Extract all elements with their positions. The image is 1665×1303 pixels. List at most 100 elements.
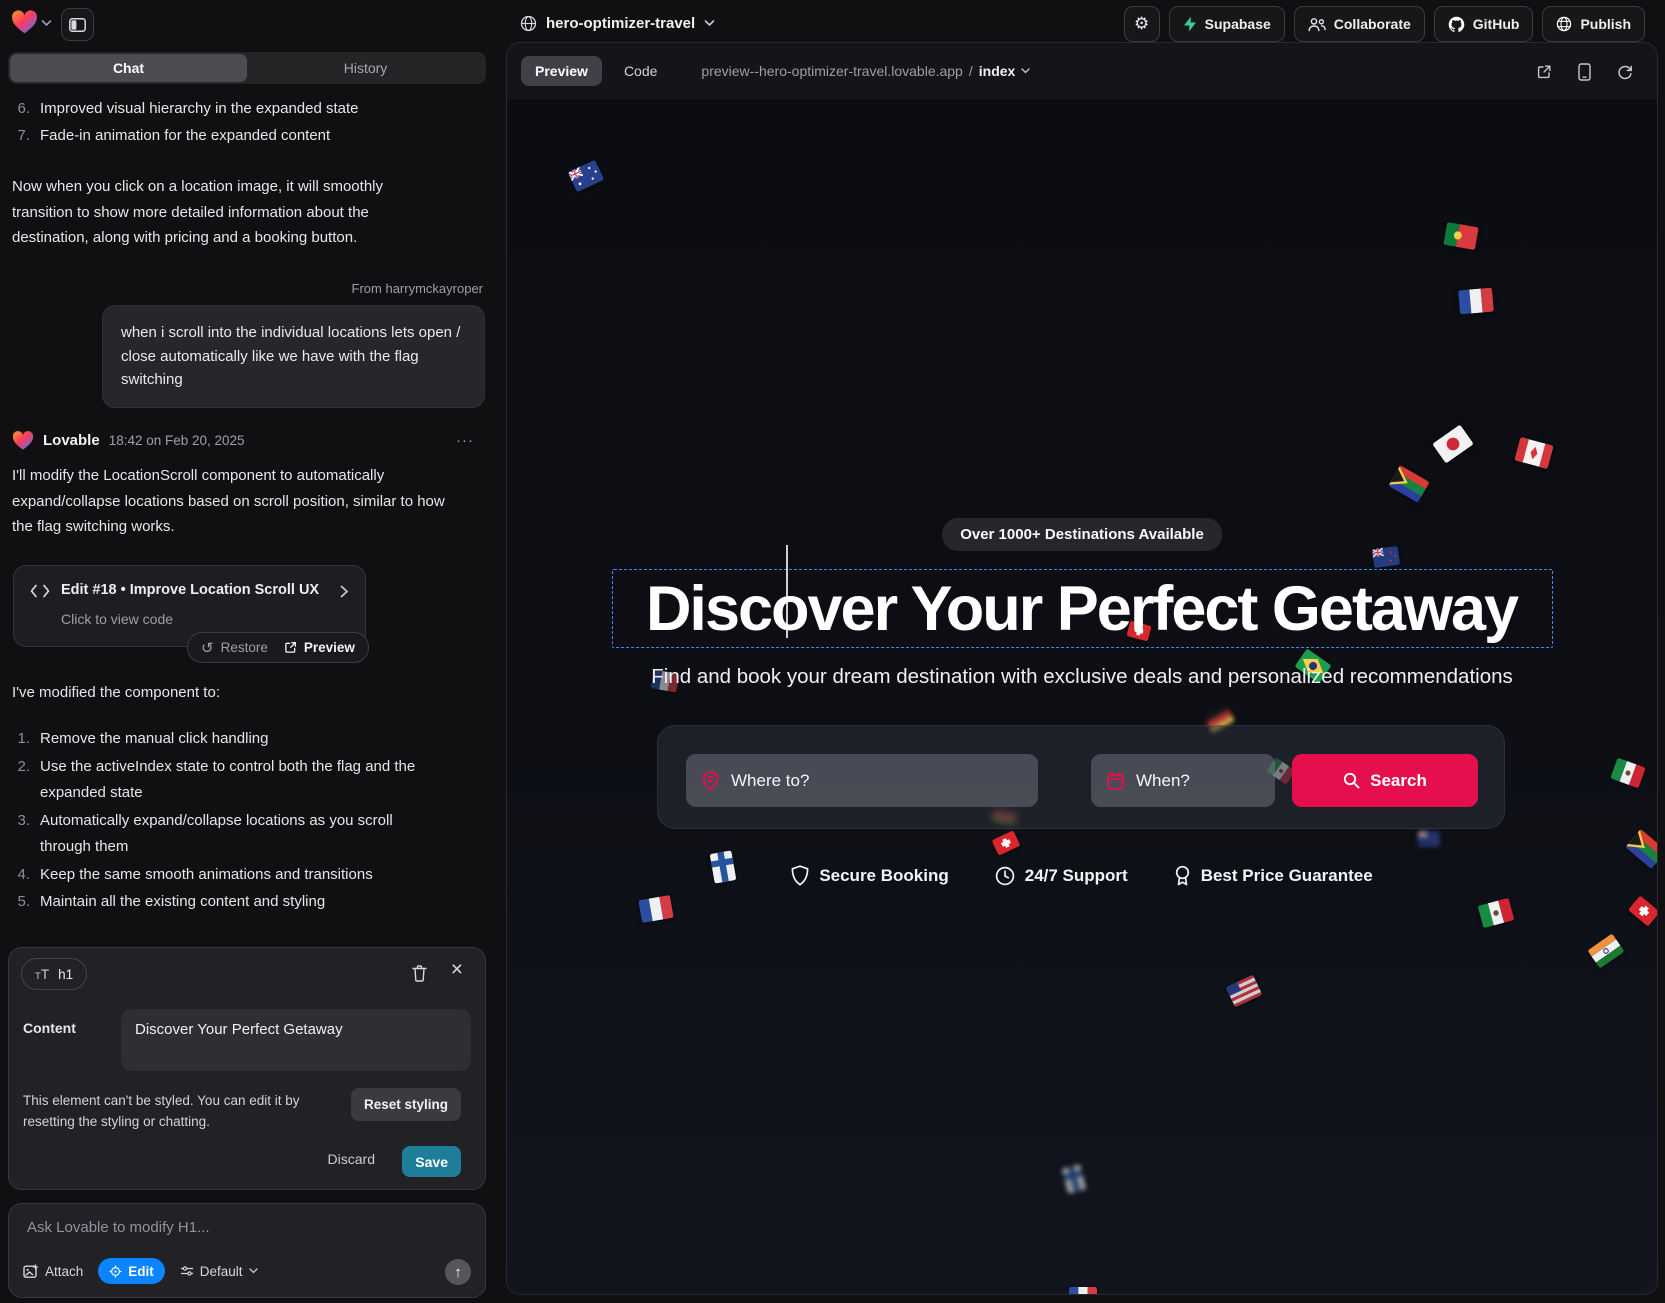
attach-button[interactable]: Attach bbox=[23, 1264, 83, 1279]
where-to-input[interactable]: Where to? bbox=[686, 754, 1038, 807]
flag-south-africa bbox=[1625, 829, 1657, 869]
code-icon bbox=[30, 584, 50, 598]
chat-composer: Attach Edit Default bbox=[8, 1203, 486, 1298]
supabase-icon bbox=[1183, 16, 1197, 32]
external-link-icon bbox=[284, 641, 297, 654]
flag-new-zealand bbox=[1372, 546, 1400, 568]
list-item: 6. Improved visual hierarchy in the expa… bbox=[12, 96, 472, 123]
tab-chat[interactable]: Chat bbox=[10, 54, 247, 82]
content-input[interactable]: Discover Your Perfect Getaway bbox=[121, 1009, 471, 1071]
feature-support: 24/7 Support bbox=[995, 865, 1128, 886]
panel-left-icon bbox=[69, 18, 86, 32]
project-name: hero-optimizer-travel bbox=[546, 15, 695, 32]
close-icon[interactable]: × bbox=[451, 958, 463, 982]
sidebar-toggle-button[interactable] bbox=[61, 8, 94, 41]
destinations-badge: Over 1000+ Destinations Available bbox=[942, 518, 1222, 551]
element-tag-pill[interactable]: TT h1 bbox=[21, 958, 87, 990]
settings-button[interactable]: ⚙ bbox=[1124, 6, 1160, 42]
open-in-new-tab-icon[interactable] bbox=[1536, 64, 1552, 80]
discard-button[interactable]: Discard bbox=[328, 1151, 375, 1167]
preview-button[interactable]: Preview bbox=[284, 640, 355, 655]
save-button[interactable]: Save bbox=[402, 1146, 461, 1177]
attach-image-icon bbox=[23, 1264, 39, 1279]
when-input[interactable]: When? bbox=[1091, 754, 1275, 807]
restore-button[interactable]: ↺ Restore bbox=[201, 639, 268, 657]
refresh-icon[interactable] bbox=[1617, 64, 1633, 80]
list-item: 2. Use the activeIndex state to control … bbox=[12, 754, 460, 807]
element-editor-panel: TT h1 × Content Discover Your Perfect Ge… bbox=[8, 947, 486, 1190]
map-pin-icon bbox=[702, 771, 719, 791]
website-viewport: Over 1000+ Destinations Available Discov… bbox=[507, 99, 1657, 1294]
tab-code[interactable]: Code bbox=[610, 56, 671, 86]
steps-list: 1. Remove the manual click handling 2. U… bbox=[12, 726, 460, 916]
assistant-paragraph: Now when you click on a location image, … bbox=[12, 174, 444, 251]
list-item: 3. Automatically expand/collapse locatio… bbox=[12, 808, 460, 861]
assistant-header: Lovable 18:42 on Feb 20, 2025 ··· bbox=[12, 430, 474, 451]
clock-icon bbox=[995, 866, 1015, 886]
chat-input[interactable] bbox=[25, 1218, 459, 1237]
calendar-icon bbox=[1107, 772, 1124, 790]
flag-finland bbox=[1061, 1164, 1086, 1194]
edit-card-title: Edit #18 • Improve Location Scroll UX bbox=[61, 582, 319, 598]
people-icon bbox=[1308, 17, 1326, 32]
list-item: 7. Fade-in animation for the expanded co… bbox=[12, 123, 472, 150]
flag-canada bbox=[1514, 437, 1553, 469]
chat-sidebar: Chat History 6. Improved visual hierarch… bbox=[0, 46, 506, 1303]
github-button[interactable]: GitHub bbox=[1434, 6, 1534, 42]
flag-india bbox=[1587, 933, 1624, 968]
chevron-down-icon bbox=[704, 19, 715, 27]
styling-note: This element can't be styled. You can ed… bbox=[23, 1090, 348, 1132]
collaborate-button[interactable]: Collaborate bbox=[1294, 6, 1425, 42]
flag-new-zealand bbox=[1418, 831, 1440, 847]
preview-pane: Preview Code preview--hero-optimizer-tra… bbox=[506, 42, 1658, 1295]
flag-japan bbox=[1432, 424, 1474, 463]
feature-best-price: Best Price Guarantee bbox=[1174, 865, 1373, 886]
message-menu-icon[interactable]: ··· bbox=[456, 432, 474, 449]
flag-france bbox=[1069, 1287, 1097, 1294]
chevron-down-icon bbox=[249, 1268, 258, 1274]
search-button[interactable]: Search bbox=[1292, 754, 1478, 807]
list-item: 4. Keep the same smooth animations and t… bbox=[12, 862, 460, 889]
gear-icon: ⚙ bbox=[1134, 14, 1149, 34]
send-button[interactable]: ↑ bbox=[445, 1259, 471, 1285]
model-default-selector[interactable]: Default bbox=[180, 1264, 258, 1279]
search-icon bbox=[1343, 772, 1360, 789]
publish-globe-icon bbox=[1556, 16, 1572, 32]
project-switcher[interactable]: hero-optimizer-travel bbox=[520, 0, 715, 46]
publish-button[interactable]: Publish bbox=[1542, 6, 1645, 42]
flag-france bbox=[638, 895, 674, 923]
url-breadcrumb[interactable]: preview--hero-optimizer-travel.lovable.a… bbox=[701, 63, 1030, 79]
award-icon bbox=[1174, 865, 1191, 886]
flag-france bbox=[1458, 288, 1494, 315]
flag-switzerland bbox=[992, 830, 1021, 856]
url-host: preview--hero-optimizer-travel.lovable.a… bbox=[701, 63, 962, 79]
shield-icon bbox=[791, 865, 809, 886]
text-size-icon: TT bbox=[35, 967, 49, 982]
reset-styling-button[interactable]: Reset styling bbox=[351, 1088, 461, 1121]
restore-icon: ↺ bbox=[201, 639, 214, 657]
url-path: index bbox=[979, 63, 1016, 79]
hero-subtitle: Find and book your dream destination wit… bbox=[507, 665, 1657, 689]
message-timestamp: 18:42 on Feb 20, 2025 bbox=[109, 433, 245, 448]
edit-mode-button[interactable]: Edit bbox=[98, 1258, 165, 1284]
app-window: hero-optimizer-travel ⚙ Supabase bbox=[0, 0, 1665, 1303]
hero-title[interactable]: Discover Your Perfect Getaway bbox=[612, 573, 1551, 645]
flag-mexico bbox=[1610, 758, 1646, 789]
chevron-down-icon bbox=[1021, 68, 1030, 74]
list-item: 5. Maintain all the existing content and… bbox=[12, 889, 460, 916]
flag-south-africa bbox=[1388, 465, 1429, 503]
trash-icon[interactable] bbox=[412, 965, 427, 982]
lovable-logo-icon[interactable] bbox=[11, 9, 38, 35]
flag-mexico bbox=[1478, 898, 1515, 928]
arrow-up-icon: ↑ bbox=[454, 1264, 462, 1281]
supabase-button[interactable]: Supabase bbox=[1169, 6, 1285, 42]
assistant-paragraph: I've modified the component to: bbox=[12, 680, 457, 706]
logo-chevron-down-icon[interactable] bbox=[41, 19, 52, 27]
globe-icon bbox=[520, 15, 537, 32]
tab-history[interactable]: History bbox=[247, 54, 484, 82]
feature-secure-booking: Secure Booking bbox=[791, 865, 948, 886]
mobile-view-icon[interactable] bbox=[1578, 63, 1591, 81]
tab-preview[interactable]: Preview bbox=[521, 56, 602, 86]
edit-card-subtitle: Click to view code bbox=[61, 611, 173, 627]
assistant-name: Lovable bbox=[43, 432, 100, 449]
